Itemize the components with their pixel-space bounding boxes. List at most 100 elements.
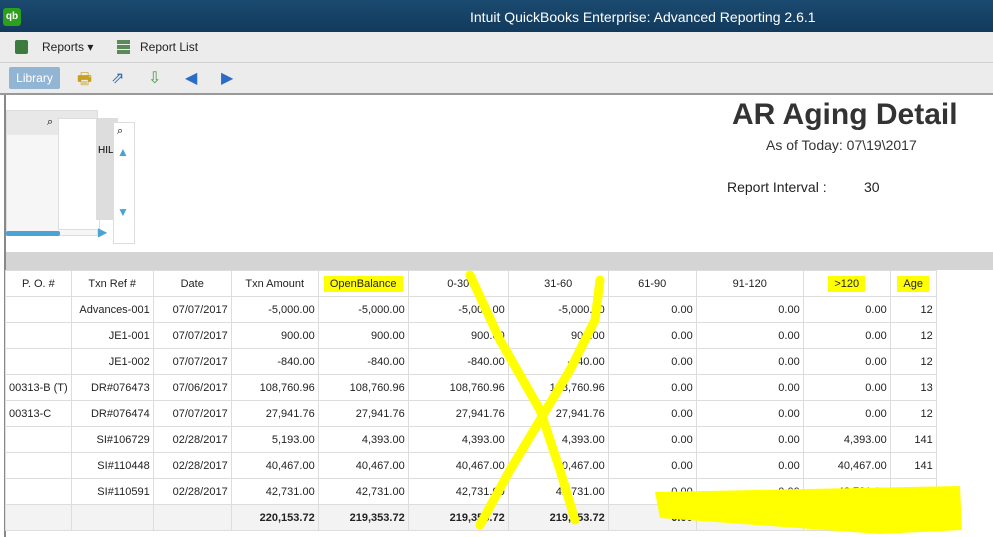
- export-icon[interactable]: ⇗: [111, 68, 124, 88]
- table-cell: 0.00: [802, 296, 891, 323]
- back-arrow-icon[interactable]: ◀: [185, 68, 197, 88]
- table-row[interactable]: Advances-001 07/07/2017 -5,000.00 -5,000.00…: [5, 296, 937, 323]
- scroll-up-icon[interactable]: ▲: [117, 145, 129, 159]
- table-cell: SI#106729: [70, 426, 154, 453]
- table-cell: 4,393.00: [802, 426, 891, 453]
- table-row[interactable]: 00313-B (T) DR#076473 07/06/2017 108,760.96…: [5, 374, 937, 401]
- table-cell: 40,467.00: [230, 452, 319, 479]
- table-cell: -840.00: [317, 348, 409, 375]
- forward-arrow-icon[interactable]: ▶: [221, 68, 233, 88]
- report-title: AR Aging Detail: [732, 98, 958, 131]
- scroll-right-icon[interactable]: ▶: [98, 225, 107, 239]
- table-row[interactable]: SI#110448 02/28/2017 40,467.00 40,467.00 40,…: [5, 452, 937, 479]
- table-cell: 0.00: [695, 374, 804, 401]
- column-header-label: 91-120: [732, 277, 767, 290]
- table-cell: -5,000.00: [407, 296, 509, 323]
- report-as-of: As of Today: 07\19\2017: [766, 137, 917, 153]
- table-cell: 02/28/2017: [152, 426, 232, 453]
- column-header-label: 61-90: [638, 277, 667, 290]
- filter-pane-2[interactable]: [58, 118, 100, 230]
- table-cell: 0.00: [695, 322, 804, 349]
- table-cell: 141: [889, 452, 937, 479]
- table-cell: 4,393.00: [317, 426, 409, 453]
- table-cell: 42,731.00: [317, 478, 409, 505]
- table-cell: 42,731.00: [802, 478, 891, 505]
- table-row[interactable]: JE1-002 07/07/2017 -840.00 -840.00 -840.00 -8…: [5, 348, 937, 375]
- table-cell: 12: [889, 400, 937, 427]
- table-row[interactable]: 00313-C DR#076474 07/07/2017 27,941.76 27,94…: [5, 400, 937, 427]
- table-cell: 0.00: [695, 296, 804, 323]
- search-icon[interactable]: ⌕: [47, 116, 53, 129]
- table-cell: -840.00: [407, 348, 509, 375]
- table-cell: 0.00: [802, 374, 891, 401]
- toolbar: Library 🖶 ⇗ ⇩ ◀ ▶: [0, 63, 993, 95]
- quickbooks-logo-icon: qb: [3, 8, 21, 26]
- column-header-label: Age: [897, 275, 929, 292]
- filter-pane-4[interactable]: ⌕ ▲ ▼: [113, 122, 135, 244]
- search-icon[interactable]: ⌕: [117, 125, 123, 138]
- table-row[interactable]: SI#106729 02/28/2017 5,193.00 4,393.00 4,393…: [5, 426, 937, 453]
- column-header-label: Txn Ref #: [88, 277, 137, 290]
- table-cell: 12: [889, 322, 937, 349]
- table-cell: SI#110591: [70, 478, 154, 505]
- table-cell: 42,731.00: [230, 478, 319, 505]
- column-header[interactable]: 61-90: [607, 270, 697, 297]
- column-header[interactable]: Txn Ref #: [70, 270, 154, 297]
- total-cell: [5, 504, 72, 531]
- table-cell: 0.00: [695, 426, 804, 453]
- table-cell: [5, 322, 72, 349]
- total-cell: 219,353.72: [507, 504, 609, 531]
- total-cell: 219,353.72: [407, 504, 509, 531]
- horizontal-scrollbar[interactable]: [6, 231, 60, 236]
- table-cell: 07/07/2017: [152, 296, 232, 323]
- column-header-label: P. O. #: [21, 277, 55, 290]
- table-cell: 00313-C: [5, 400, 72, 427]
- total-cell: 220,153.72: [230, 504, 319, 531]
- download-icon[interactable]: ⇩: [148, 68, 161, 88]
- table-cell: 40,467.00: [507, 452, 609, 479]
- table-cell: JE1-002: [70, 348, 154, 375]
- reports-menu[interactable]: Reports ▾: [42, 40, 93, 54]
- total-cell: 219,353.72: [317, 504, 409, 531]
- table-cell: -840.00: [230, 348, 319, 375]
- table-cell: 27,941.76: [507, 400, 609, 427]
- column-header[interactable]: Date: [152, 270, 232, 297]
- table-cell: 0.00: [607, 400, 697, 427]
- table-cell: 0.00: [695, 478, 804, 505]
- table-cell: 900.00: [407, 322, 509, 349]
- table-row[interactable]: SI#110591 02/28/2017 42,731.00 42,731.00 42,…: [5, 478, 937, 505]
- table-cell: [5, 478, 72, 505]
- report-interval-label: Report Interval :: [727, 179, 827, 195]
- table-cell: 0.00: [607, 426, 697, 453]
- table-cell: 0.00: [607, 296, 697, 323]
- table-cell: 02/28/2017: [152, 478, 232, 505]
- table-cell: 13: [889, 374, 937, 401]
- print-icon[interactable]: 🖶: [77, 68, 92, 95]
- column-header[interactable]: OpenBalance: [317, 270, 409, 297]
- table-cell: 108,760.96: [317, 374, 409, 401]
- column-header[interactable]: 91-120: [695, 270, 804, 297]
- table-cell: 27,941.76: [317, 400, 409, 427]
- title-bar: qb Intuit QuickBooks Enterprise: Advance…: [0, 0, 993, 32]
- table-cell: 0.00: [607, 348, 697, 375]
- totals-row: 220,153.72 219,353.72 219,353.72 219,353.72…: [5, 504, 937, 531]
- reports-grid-icon: [15, 40, 28, 54]
- column-header[interactable]: 0-30: [407, 270, 509, 297]
- report-list-icon: [117, 40, 130, 54]
- library-button[interactable]: Library: [9, 67, 60, 89]
- column-header[interactable]: 31-60: [507, 270, 609, 297]
- column-header[interactable]: Age: [889, 270, 937, 297]
- column-header[interactable]: Txn Amount: [230, 270, 319, 297]
- scroll-down-icon[interactable]: ▼: [117, 205, 129, 219]
- column-header[interactable]: >120: [802, 270, 891, 297]
- table-cell: 07/07/2017: [152, 348, 232, 375]
- column-header-label: Txn Amount: [245, 277, 305, 290]
- table-cell: 0.00: [607, 478, 697, 505]
- total-cell: 0.00: [802, 504, 891, 531]
- table-cell: 4,393.00: [507, 426, 609, 453]
- aging-table: P. O. # Txn Ref # Date Txn Amount OpenBalanc…: [5, 270, 937, 531]
- table-row[interactable]: JE1-001 07/07/2017 900.00 900.00 900.00 900.0…: [5, 322, 937, 349]
- table-cell: 108,760.96: [407, 374, 509, 401]
- column-header[interactable]: P. O. #: [5, 270, 72, 297]
- report-list-menu[interactable]: Report List: [140, 40, 198, 54]
